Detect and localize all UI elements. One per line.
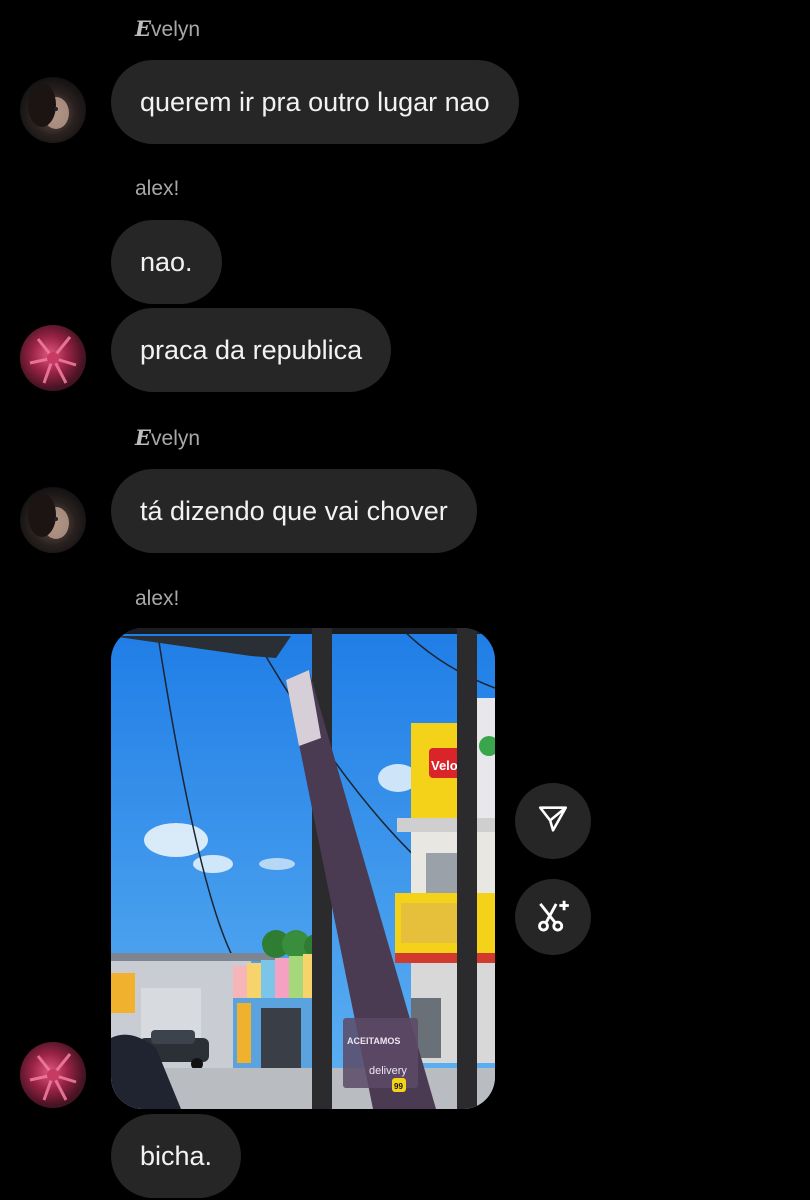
avatar-alex[interactable] (20, 1042, 86, 1108)
sender-name-alex: alex! (135, 587, 180, 610)
message-bubble[interactable]: querem ir pra outro lugar nao (111, 60, 519, 144)
photo-attachment[interactable]: Veloz ACEITAMOS delivery 99 (111, 628, 495, 1109)
banner-delivery-text: delivery (369, 1065, 407, 1077)
message-bubble[interactable]: nao. (111, 220, 222, 304)
sender-name-evelyn: Evelyn (135, 425, 201, 450)
send-icon (536, 802, 570, 841)
share-button[interactable] (515, 783, 591, 859)
remix-button[interactable] (515, 879, 591, 955)
avatar-alex[interactable] (20, 325, 86, 391)
scissors-sparkle-icon (534, 896, 572, 939)
banner-99-text: 99 (394, 1082, 403, 1091)
message-bubble[interactable]: bicha. (111, 1114, 242, 1198)
avatar-evelyn[interactable] (20, 77, 86, 143)
sender-name-evelyn: Evelyn (135, 16, 201, 41)
message-bubble[interactable]: tá dizendo que vai chover (111, 469, 477, 553)
message-bubble[interactable]: praca da republica (111, 308, 392, 392)
sender-name-alex: alex! (135, 177, 180, 200)
avatar-evelyn[interactable] (20, 487, 86, 553)
banner-accept-text: ACEITAMOS (347, 1036, 400, 1046)
